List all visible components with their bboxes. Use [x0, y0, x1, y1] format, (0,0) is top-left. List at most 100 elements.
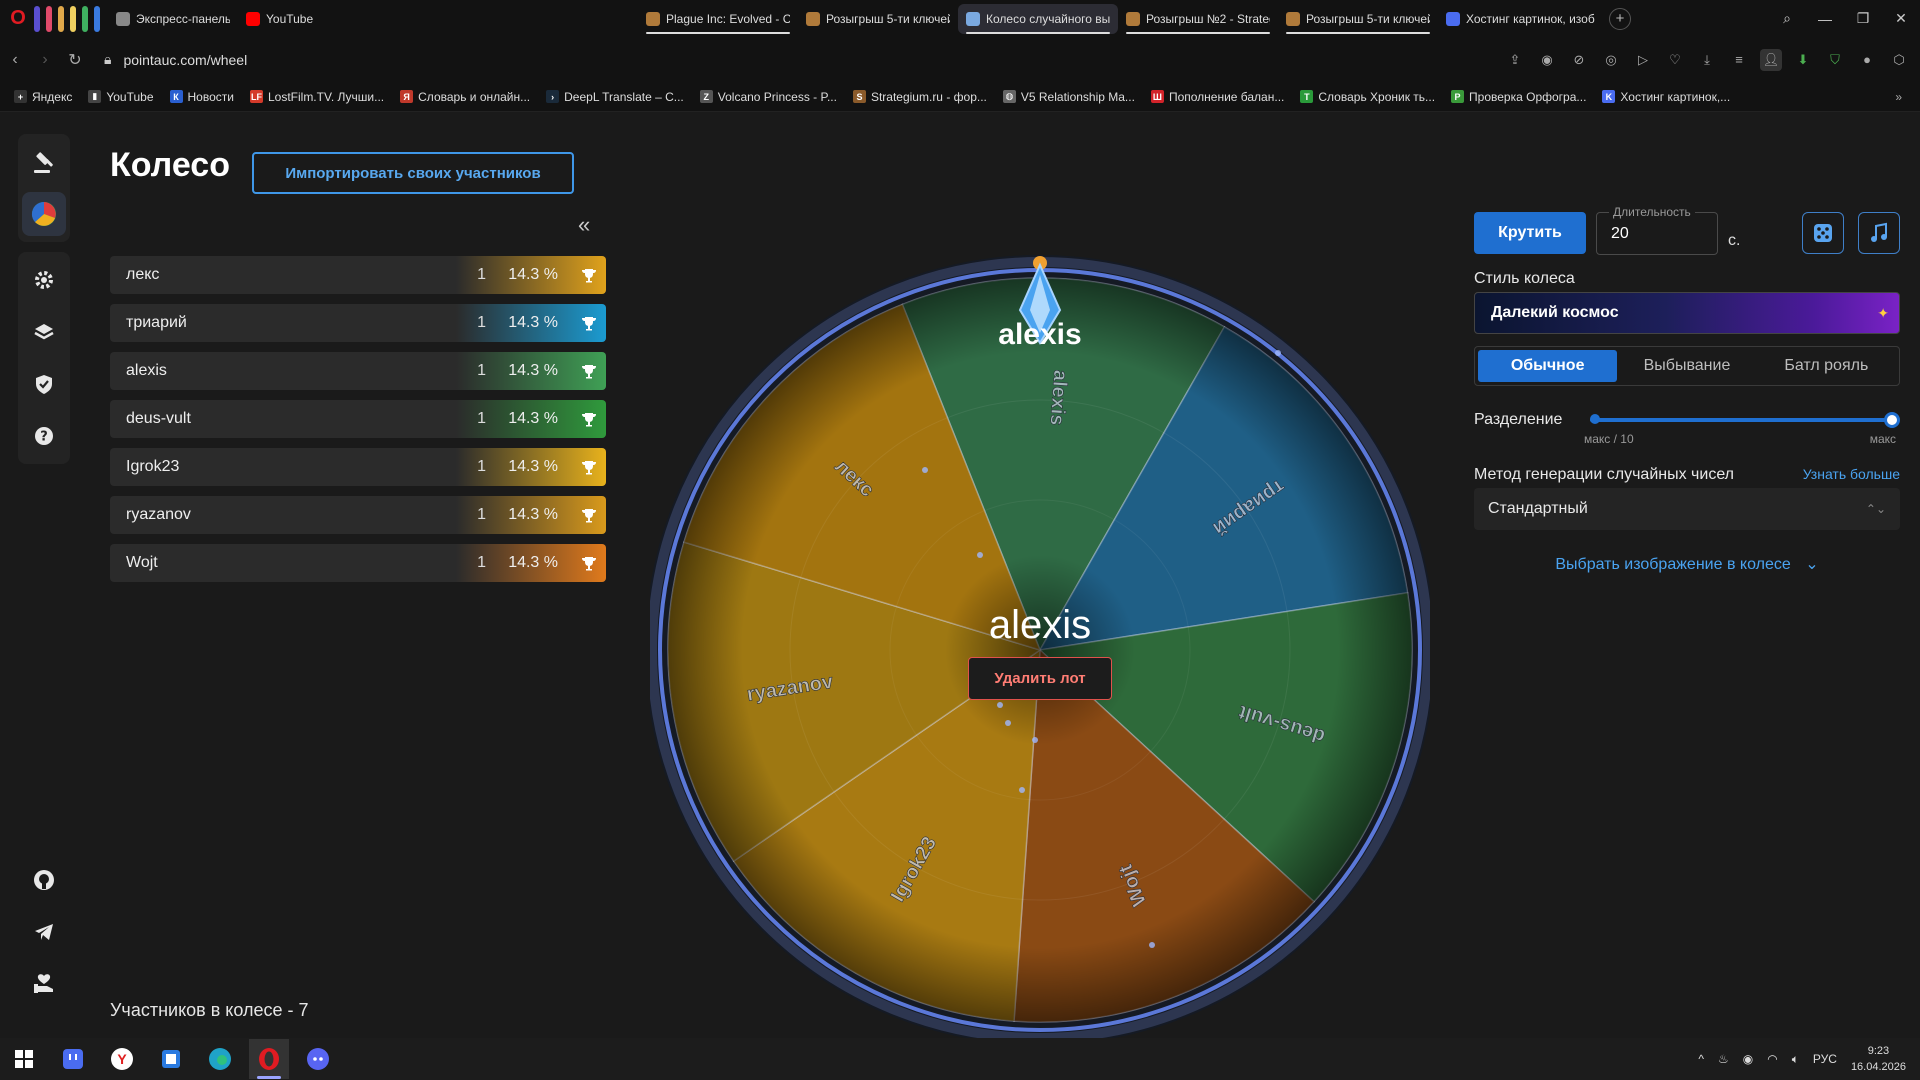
- split-slider[interactable]: макс / 10 макс: [1584, 406, 1900, 446]
- vpn-icon[interactable]: ◎: [1600, 49, 1622, 71]
- import-participants-button[interactable]: Импортировать своих участников: [252, 152, 574, 194]
- lot-row[interactable]: Wojt 1 14.3 %: [110, 544, 606, 582]
- lot-trophy-icon[interactable]: [572, 256, 606, 294]
- bookmark-item[interactable]: Я Словарь и онлайн...: [400, 90, 530, 104]
- pick-wheel-image-button[interactable]: Выбрать изображение в колесе ⌄: [1474, 554, 1900, 574]
- spin-button[interactable]: Крутить: [1474, 212, 1586, 254]
- browser-tab[interactable]: YouTube: [238, 4, 348, 34]
- edge-browser-icon[interactable]: [200, 1039, 240, 1079]
- learn-more-link[interactable]: Узнать больше: [1803, 466, 1900, 482]
- lot-row[interactable]: Igrok23 1 14.3 %: [110, 448, 606, 486]
- extensions-box-icon[interactable]: ⬡: [1888, 49, 1910, 71]
- lot-amount[interactable]: 1: [456, 458, 486, 476]
- close-window-button[interactable]: ✕: [1882, 10, 1920, 27]
- browser-tab[interactable]: Колесо случайного выбо: [958, 3, 1118, 34]
- back-icon[interactable]: ‹: [0, 51, 30, 69]
- wheel-nav-icon[interactable]: [22, 192, 66, 236]
- bookmarks-overflow-icon[interactable]: »: [1895, 90, 1902, 104]
- bookmark-item[interactable]: P Проверка Орфогра...: [1451, 90, 1586, 104]
- twitch-app-icon[interactable]: [53, 1039, 93, 1079]
- bookmark-item[interactable]: S Strategium.ru - фор...: [852, 90, 987, 104]
- mode-tab[interactable]: Батл рояль: [1757, 350, 1896, 382]
- browser-tab[interactable]: Plague Inc: Evolved - Стра: [638, 4, 798, 34]
- auction-gavel-icon[interactable]: [22, 140, 66, 184]
- camera-icon[interactable]: ◉: [1536, 49, 1558, 71]
- browser-tab[interactable]: Хостинг картинок, изобр: [1438, 4, 1603, 34]
- bookmark-item[interactable]: К Новости: [169, 90, 234, 104]
- menu-icon[interactable]: ≡: [1728, 49, 1750, 71]
- lot-trophy-icon[interactable]: [572, 544, 606, 582]
- adblock-icon[interactable]: ⊘: [1568, 49, 1590, 71]
- shield-check-icon[interactable]: [22, 362, 66, 406]
- opera-taskbar-icon[interactable]: [249, 1039, 289, 1079]
- lot-name[interactable]: deus-vult: [110, 410, 456, 428]
- browser-tab[interactable]: Экспресс-панель: [108, 4, 238, 34]
- lot-amount[interactable]: 1: [456, 314, 486, 332]
- telegram-icon[interactable]: [22, 910, 66, 954]
- delete-lot-button[interactable]: Удалить лот: [968, 657, 1112, 700]
- player-icon[interactable]: ▷: [1632, 49, 1654, 71]
- bookmark-item[interactable]: T Словарь Хроник ть...: [1300, 90, 1435, 104]
- pinned-app-icon[interactable]: [34, 5, 40, 32]
- lot-amount[interactable]: 1: [456, 266, 486, 284]
- new-tab-button[interactable]: +: [1609, 7, 1631, 30]
- lot-row[interactable]: лекс 1 14.3 %: [110, 256, 606, 294]
- browser-tab[interactable]: Розыгрыш 5-ти ключей S: [1278, 4, 1438, 34]
- lot-row[interactable]: триарий 1 14.3 %: [110, 304, 606, 342]
- heart-icon[interactable]: ♡: [1664, 49, 1686, 71]
- search-tabs-icon[interactable]: ⌕: [1768, 10, 1806, 27]
- shield-extension-icon[interactable]: ⛉: [1824, 49, 1846, 71]
- collapse-panel-icon[interactable]: «: [578, 212, 590, 238]
- yandex-browser-icon[interactable]: Y: [102, 1039, 142, 1079]
- tray-expand-icon[interactable]: ^: [1698, 1052, 1704, 1066]
- bookmark-item[interactable]: › DeepL Translate – С...: [546, 90, 684, 104]
- extension-icon[interactable]: ●: [1856, 49, 1878, 71]
- share-icon[interactable]: ⇪: [1504, 49, 1526, 71]
- lot-name[interactable]: alexis: [110, 362, 456, 380]
- profile-icon[interactable]: 👤︎: [1760, 48, 1782, 71]
- rng-method-select[interactable]: Стандартный ⌃⌄: [1474, 488, 1900, 530]
- reload-icon[interactable]: ↻: [60, 50, 90, 70]
- help-icon[interactable]: ?: [22, 414, 66, 458]
- music-button[interactable]: [1858, 212, 1900, 254]
- browser-tab[interactable]: Розыгрыш №2 - Strategiu: [1118, 4, 1278, 34]
- forward-icon[interactable]: ›: [30, 51, 60, 69]
- minimize-button[interactable]: —: [1806, 11, 1844, 27]
- clock[interactable]: 9:23 16.04.2026: [1851, 1043, 1906, 1075]
- lot-amount[interactable]: 1: [456, 554, 486, 572]
- extension-download-icon[interactable]: ⬇: [1792, 49, 1814, 71]
- pinned-app-icon[interactable]: [46, 5, 52, 32]
- bookmark-item[interactable]: LF LostFilm.TV. Лучши...: [249, 90, 384, 104]
- lot-trophy-icon[interactable]: [572, 400, 606, 438]
- random-dice-button[interactable]: [1802, 212, 1844, 254]
- lot-row[interactable]: alexis 1 14.3 %: [110, 352, 606, 390]
- download-icon[interactable]: ⤓: [1696, 49, 1718, 71]
- bookmark-item[interactable]: + Яндекс: [14, 90, 72, 104]
- duration-field[interactable]: Длительность 20: [1596, 205, 1718, 255]
- pinned-app-icon[interactable]: [82, 5, 88, 32]
- mode-tab[interactable]: Обычное: [1478, 350, 1618, 382]
- settings-gear-icon[interactable]: [22, 258, 66, 302]
- lot-row[interactable]: deus-vult 1 14.3 %: [110, 400, 606, 438]
- wifi-icon[interactable]: ◠: [1767, 1052, 1777, 1066]
- lot-trophy-icon[interactable]: [572, 448, 606, 486]
- steam-icon[interactable]: ♨: [1718, 1052, 1729, 1066]
- wheel-style-select[interactable]: Далекий космос ✦: [1474, 292, 1900, 334]
- lot-trophy-icon[interactable]: [572, 496, 606, 534]
- restore-button[interactable]: ❐: [1844, 10, 1882, 27]
- bookmark-item[interactable]: Ш Пополнение балан...: [1150, 90, 1284, 104]
- snipping-tool-icon[interactable]: [151, 1039, 191, 1079]
- pinned-app-icon[interactable]: [94, 5, 100, 32]
- lot-name[interactable]: триарий: [110, 314, 456, 332]
- lot-trophy-icon[interactable]: [572, 352, 606, 390]
- pinned-app-icon[interactable]: [70, 5, 76, 32]
- lot-amount[interactable]: 1: [456, 410, 486, 428]
- bookmark-item[interactable]: ◍ V5 Relationship Ma...: [1002, 90, 1135, 104]
- lot-name[interactable]: лекс: [110, 266, 456, 284]
- browser-tab[interactable]: Розыгрыш 5-ти ключей S: [798, 4, 958, 34]
- url-field[interactable]: 🔒︎ pointauc.com/wheel: [104, 51, 247, 68]
- layers-icon[interactable]: [22, 310, 66, 354]
- discord-icon[interactable]: [298, 1039, 338, 1079]
- lot-name[interactable]: Igrok23: [110, 458, 456, 476]
- volume-icon[interactable]: 🔈︎: [1792, 1052, 1799, 1067]
